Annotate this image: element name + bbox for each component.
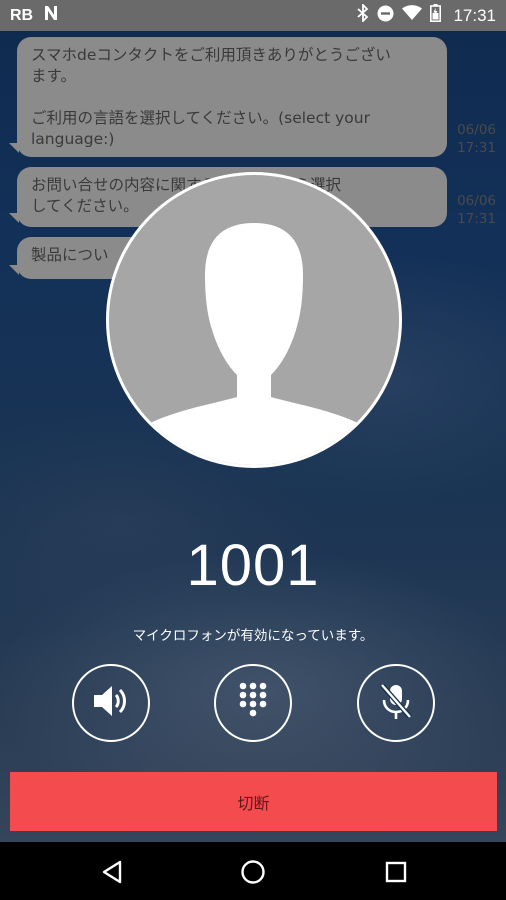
caller-avatar — [106, 172, 402, 468]
timestamp-time: 17:31 — [457, 211, 496, 227]
person-silhouette-icon — [109, 175, 399, 465]
timestamp-date: 06/06 — [457, 193, 496, 209]
navigation-bar — [0, 842, 506, 900]
bluetooth-icon — [357, 2, 369, 27]
speaker-icon — [91, 681, 131, 725]
wifi-icon — [402, 5, 423, 26]
call-status-text: マイクロフォンが有効になっています。 — [132, 628, 374, 644]
caller-number: 1001 — [186, 533, 320, 598]
speaker-button[interactable] — [72, 664, 150, 742]
home-icon[interactable] — [235, 854, 271, 890]
timestamp-date: 06/06 — [457, 122, 496, 138]
n-notification-icon — [43, 5, 59, 26]
chat-line: ご利用の言語を選択してください。(select your — [31, 109, 370, 127]
do-not-disturb-icon — [377, 5, 394, 27]
chat-line: language:) — [31, 130, 115, 148]
dialpad-icon — [238, 681, 268, 725]
chat-line: ます。 — [31, 67, 76, 85]
microphone-off-icon — [378, 681, 414, 725]
timestamp-time: 17:31 — [457, 140, 496, 156]
chat-line: スマホdeコンタクトをご利用頂きありがとうござい — [31, 46, 391, 64]
mute-button[interactable] — [357, 664, 435, 742]
carrier-label: RB — [10, 6, 34, 24]
chat-line — [31, 87, 433, 108]
recents-icon[interactable] — [378, 854, 414, 890]
battery-icon — [430, 4, 442, 27]
message-timestamp: 06/06 17:31 — [452, 192, 496, 228]
chat-bubble: スマホdeコンタクトをご利用頂きありがとうござい ます。 ご利用の言語を選択して… — [9, 37, 447, 157]
back-icon[interactable] — [94, 854, 130, 890]
message-timestamp: 06/06 17:31 — [452, 121, 496, 157]
hangup-button[interactable]: 切断 — [10, 772, 497, 831]
status-time: 17:31 — [453, 5, 496, 25]
dialpad-button[interactable] — [214, 664, 292, 742]
status-bar: RB 17:31 — [0, 0, 506, 31]
